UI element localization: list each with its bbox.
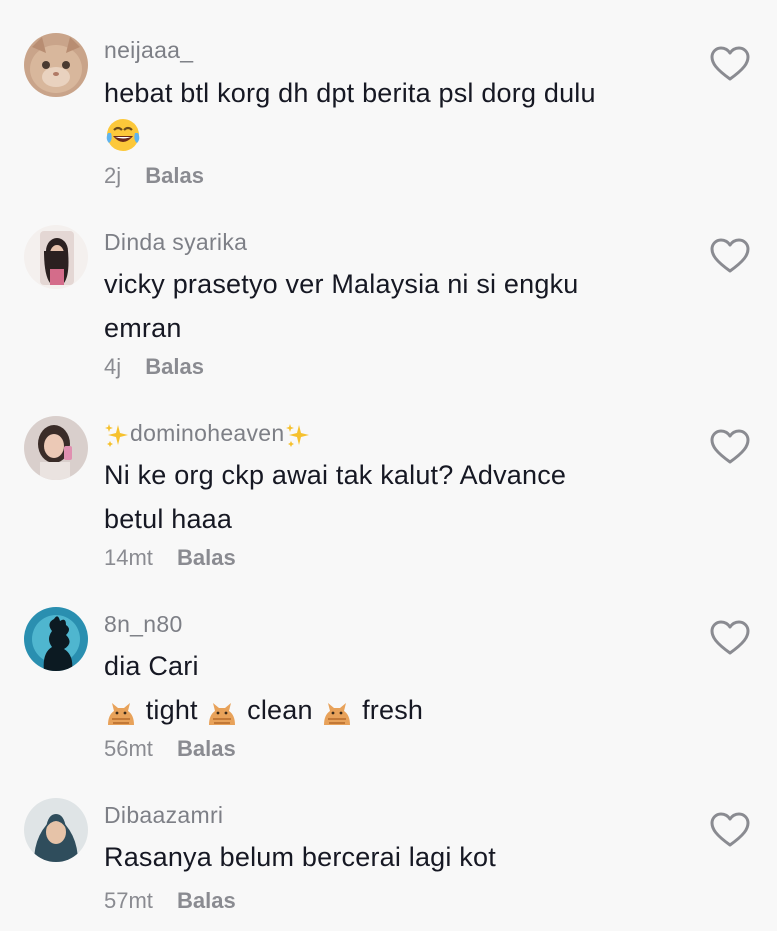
comment-text-line: hebat btl korg dh dpt berita psl dorg du… — [104, 78, 596, 108]
heart-icon — [710, 238, 750, 273]
avatar[interactable] — [24, 33, 88, 97]
comment-username[interactable]: dominoheaven — [104, 419, 311, 449]
reply-button[interactable]: Balas — [145, 163, 204, 188]
reply-button[interactable]: Balas — [177, 888, 236, 913]
silhouette-avatar — [24, 607, 88, 671]
comment-meta: 14mt Balas — [104, 544, 236, 572]
selfie-photo-avatar — [24, 416, 88, 480]
cat-icon — [320, 695, 354, 729]
avatar[interactable] — [24, 225, 88, 289]
avatar[interactable] — [24, 798, 88, 862]
sparkles-icon — [285, 421, 311, 449]
comment-username[interactable]: 8n_n80 — [104, 610, 183, 638]
like-button[interactable] — [710, 620, 750, 656]
cat-photo-avatar — [24, 33, 88, 97]
reply-button[interactable]: Balas — [145, 354, 204, 379]
like-button[interactable] — [710, 238, 750, 274]
comment-meta: 4j Balas — [104, 353, 204, 381]
comment-username[interactable]: neijaaa_ — [104, 36, 193, 64]
comment-text-line: Ni ke org ckp awai tak kalut? Advance — [104, 460, 567, 490]
comment-username-text: dominoheaven — [130, 420, 285, 446]
avatar[interactable] — [24, 416, 88, 480]
heart-icon — [710, 46, 750, 81]
heart-icon — [710, 429, 750, 464]
heart-icon — [710, 812, 750, 847]
cat-icon — [104, 695, 138, 729]
like-button[interactable] — [710, 429, 750, 465]
reply-button[interactable]: Balas — [177, 736, 236, 761]
comment-timestamp: 14mt — [104, 545, 153, 570]
comment-timestamp: 57mt — [104, 888, 153, 913]
comment-timestamp: 4j — [104, 354, 122, 379]
comment-text-word: fresh — [362, 695, 424, 725]
cat-icon — [205, 695, 239, 729]
comment-text: Rasanya belum bercerai lagi kot — [104, 835, 664, 879]
like-button[interactable] — [710, 46, 750, 82]
comment-meta: 57mt Balas — [104, 887, 236, 915]
heart-icon — [710, 620, 750, 655]
hijab-photo-avatar — [24, 798, 88, 862]
face-with-tears-of-joy-icon — [104, 115, 142, 153]
girl-photo-avatar — [24, 225, 88, 289]
comment-text-word: clean — [247, 695, 313, 725]
comment-meta: 56mt Balas — [104, 735, 236, 763]
comment-username[interactable]: Dinda syarika — [104, 228, 247, 256]
comment-text: vicky prasetyo ver Malaysia ni si engku … — [104, 262, 664, 350]
comment-text-line: betul haaa — [104, 504, 233, 534]
comment-text-line: emran — [104, 313, 182, 343]
like-button[interactable] — [710, 812, 750, 848]
avatar[interactable] — [24, 607, 88, 671]
comment-text: hebat btl korg dh dpt berita psl dorg du… — [104, 71, 664, 166]
comment-text-line: dia Cari — [104, 651, 199, 681]
comment-username[interactable]: Dibaazamri — [104, 801, 223, 829]
comment-text-word: tight — [145, 695, 198, 725]
comment-timestamp: 2j — [104, 163, 122, 188]
comment-text: Ni ke org ckp awai tak kalut? Advance be… — [104, 453, 664, 541]
comment-text-line: vicky prasetyo ver Malaysia ni si engku — [104, 269, 579, 299]
comment-text-line: Rasanya belum bercerai lagi kot — [104, 842, 496, 872]
comment-meta: 2j Balas — [104, 162, 204, 190]
reply-button[interactable]: Balas — [177, 545, 236, 570]
comment-timestamp: 56mt — [104, 736, 153, 761]
sparkles-icon — [104, 421, 130, 449]
comment-text: dia Cari tight clean fresh — [104, 644, 664, 732]
